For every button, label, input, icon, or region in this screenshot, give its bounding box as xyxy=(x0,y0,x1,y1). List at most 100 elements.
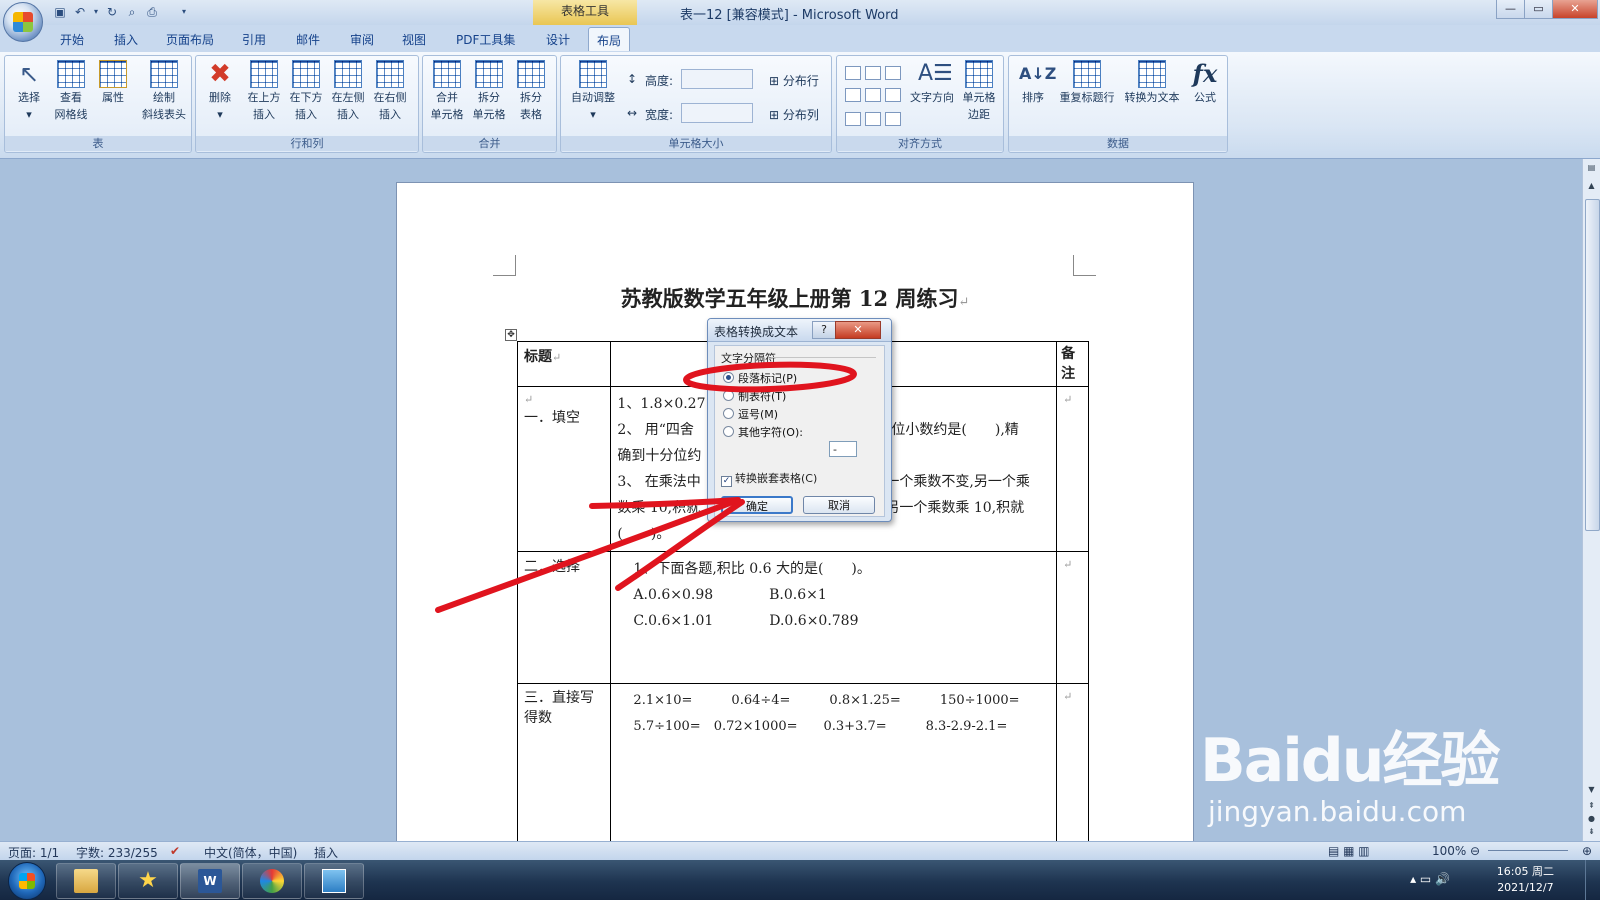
status-zoom[interactable]: 100% xyxy=(1432,844,1466,858)
scrollbar-thumb[interactable] xyxy=(1585,199,1600,531)
taskbar-explorer[interactable] xyxy=(56,863,116,899)
convert-to-text-button[interactable]: 转换为文本 xyxy=(1121,60,1183,106)
convert-nested-tables-checkbox[interactable]: ✓ 转换嵌套表格(C) xyxy=(721,470,817,487)
tab-layout[interactable]: 布局 xyxy=(588,27,631,51)
ok-button[interactable]: 确定 xyxy=(721,496,793,514)
tab-pdf-tools[interactable]: PDF工具集 xyxy=(456,31,515,48)
system-clock[interactable]: 16:05 周二 2021/12/7 xyxy=(1497,864,1554,896)
tab-review[interactable]: 审阅 xyxy=(350,31,374,48)
insert-right-button[interactable]: 在右侧 插入 xyxy=(370,60,410,123)
taskbar-word[interactable]: W xyxy=(180,863,240,899)
table-cell[interactable]: ↵ 一．填空 xyxy=(516,386,612,552)
print-preview-icon[interactable]: ⌕ xyxy=(124,4,140,20)
close-button[interactable]: ✕ xyxy=(1552,0,1598,19)
table-cell[interactable]: 二．选择 xyxy=(516,551,612,684)
radio-paragraph-mark[interactable]: 段落标记(P) xyxy=(723,370,797,386)
text-direction-button[interactable]: A☰ 文字方向 xyxy=(907,60,957,106)
table-cell[interactable]: ↵ xyxy=(1056,683,1089,854)
table-cell[interactable]: ↵ xyxy=(1056,551,1089,684)
sort-button[interactable]: A↓Z 排序 xyxy=(1013,60,1056,106)
align-top-right-icon[interactable] xyxy=(885,66,901,80)
taskbar-photo-viewer[interactable] xyxy=(304,863,364,899)
taskbar-paint[interactable] xyxy=(242,863,302,899)
distribute-rows-button[interactable]: ⊞ 分布行 xyxy=(769,72,819,89)
table-cell[interactable]: 备注 xyxy=(1056,341,1089,387)
delete-button[interactable]: ✖ 删除 ▾ xyxy=(200,60,240,123)
zoom-in-icon[interactable]: ⊕ xyxy=(1582,844,1592,858)
autofit-button[interactable]: 自动调整 ▾ xyxy=(565,60,621,123)
start-button[interactable] xyxy=(8,862,46,900)
view-gridlines-button[interactable]: 查看 网格线 xyxy=(51,60,91,123)
view-buttons-icon[interactable]: ▤ ▦ ▥ xyxy=(1328,844,1370,858)
merge-cells-button[interactable]: 合并 单元格 xyxy=(427,60,467,123)
status-page[interactable]: 页面: 1/1 xyxy=(8,844,59,861)
zoom-out-icon[interactable]: ⊖ xyxy=(1470,844,1480,858)
tab-insert[interactable]: 插入 xyxy=(114,31,138,48)
align-top-left-icon[interactable] xyxy=(845,66,861,80)
scroll-down-icon[interactable]: ▼ xyxy=(1585,783,1598,796)
table-cell[interactable]: 1、下面各题,积比 0.6 大的是( )。 A.0.6×0.98 B.0.6×1… xyxy=(610,551,1058,684)
align-middle-left-icon[interactable] xyxy=(845,88,861,102)
dialog-help-button[interactable]: ? xyxy=(812,321,836,339)
height-input[interactable] xyxy=(681,69,753,89)
tab-view[interactable]: 视图 xyxy=(402,31,426,48)
radio-tab[interactable]: 制表符(T) xyxy=(723,388,786,404)
save-icon[interactable]: ▣ xyxy=(52,4,68,20)
minimize-button[interactable]: — xyxy=(1496,0,1525,19)
status-language[interactable]: 中文(简体，中国) xyxy=(204,844,297,861)
repeat-header-rows-button[interactable]: 重复标题行 xyxy=(1055,60,1119,106)
insert-below-button[interactable]: 在下方 插入 xyxy=(286,60,326,123)
taskbar-app-star[interactable]: ★ xyxy=(118,863,178,899)
redo-icon[interactable]: ↻ xyxy=(104,4,120,20)
tab-page-layout[interactable]: 页面布局 xyxy=(166,31,214,48)
cancel-button[interactable]: 取消 xyxy=(803,496,875,514)
select-button[interactable]: ↖ 选择 ▾ xyxy=(9,60,49,123)
tab-design[interactable]: 设计 xyxy=(546,31,570,48)
split-cells-button[interactable]: 拆分 单元格 xyxy=(469,60,509,123)
align-bottom-left-icon[interactable] xyxy=(845,112,861,126)
status-insert-mode[interactable]: 插入 xyxy=(314,844,338,861)
align-middle-right-icon[interactable] xyxy=(885,88,901,102)
cell-margins-button[interactable]: 单元格 边距 xyxy=(959,60,999,123)
ruler-toggle-icon[interactable]: ▤ xyxy=(1585,161,1598,174)
tab-mailings[interactable]: 邮件 xyxy=(296,31,320,48)
align-bottom-center-icon[interactable] xyxy=(865,112,881,126)
split-table-button[interactable]: 拆分 表格 xyxy=(511,60,551,123)
tab-home[interactable]: 开始 xyxy=(60,31,84,48)
radio-comma[interactable]: 逗号(M) xyxy=(723,406,778,422)
align-top-center-icon[interactable] xyxy=(865,66,881,80)
zoom-slider[interactable] xyxy=(1488,850,1568,851)
radio-other-char[interactable]: 其他字符(O): xyxy=(723,424,803,440)
align-middle-center-icon[interactable] xyxy=(865,88,881,102)
formula-button[interactable]: fx 公式 xyxy=(1185,60,1225,106)
table-cell[interactable]: 标题↵ xyxy=(516,341,612,387)
undo-icon[interactable]: ↶ xyxy=(72,4,88,20)
align-bottom-right-icon[interactable] xyxy=(885,112,901,126)
show-desktop-button[interactable] xyxy=(1585,860,1600,900)
dialog-close-button[interactable]: ✕ xyxy=(835,321,881,339)
undo-dropdown-icon[interactable]: ▾ xyxy=(88,4,104,20)
table-cell[interactable]: 2.1×10= 0.64÷4= 0.8×1.25= 150÷1000= 5.7÷… xyxy=(610,683,1058,854)
status-word-count[interactable]: 字数: 233/255 xyxy=(76,844,158,861)
previous-page-icon[interactable]: ⇞ xyxy=(1585,799,1598,812)
customize-qat-icon[interactable]: ▾ xyxy=(176,4,192,20)
insert-left-button[interactable]: 在左侧 插入 xyxy=(328,60,368,123)
table-cell[interactable]: ↵ xyxy=(1056,386,1089,552)
proofing-icon[interactable]: ✔ xyxy=(170,844,180,858)
system-tray-icons[interactable]: ▴ ▭ 🔊 xyxy=(1410,872,1450,886)
other-char-input[interactable]: - xyxy=(829,441,857,457)
maximize-button[interactable]: ▭ xyxy=(1524,0,1553,19)
vertical-scrollbar[interactable]: ▤ ▲ ▼ ⇞ ● ⇟ xyxy=(1582,159,1600,841)
dialog-titlebar[interactable]: 表格转换成文本 ? ✕ xyxy=(708,319,891,342)
properties-button[interactable]: 属性 xyxy=(93,60,133,106)
select-browse-object-icon[interactable]: ● xyxy=(1585,812,1598,825)
office-button[interactable] xyxy=(3,2,43,42)
distribute-cols-button[interactable]: ⊞ 分布列 xyxy=(769,106,819,123)
draw-diagonal-header-button[interactable]: 绘制 斜线表头 xyxy=(139,60,189,123)
tab-references[interactable]: 引用 xyxy=(242,31,266,48)
scroll-up-icon[interactable]: ▲ xyxy=(1585,179,1598,192)
next-page-icon[interactable]: ⇟ xyxy=(1585,825,1598,838)
table-move-handle-icon[interactable]: ✥ xyxy=(505,329,517,341)
insert-above-button[interactable]: 在上方 插入 xyxy=(244,60,284,123)
width-input[interactable] xyxy=(681,103,753,123)
